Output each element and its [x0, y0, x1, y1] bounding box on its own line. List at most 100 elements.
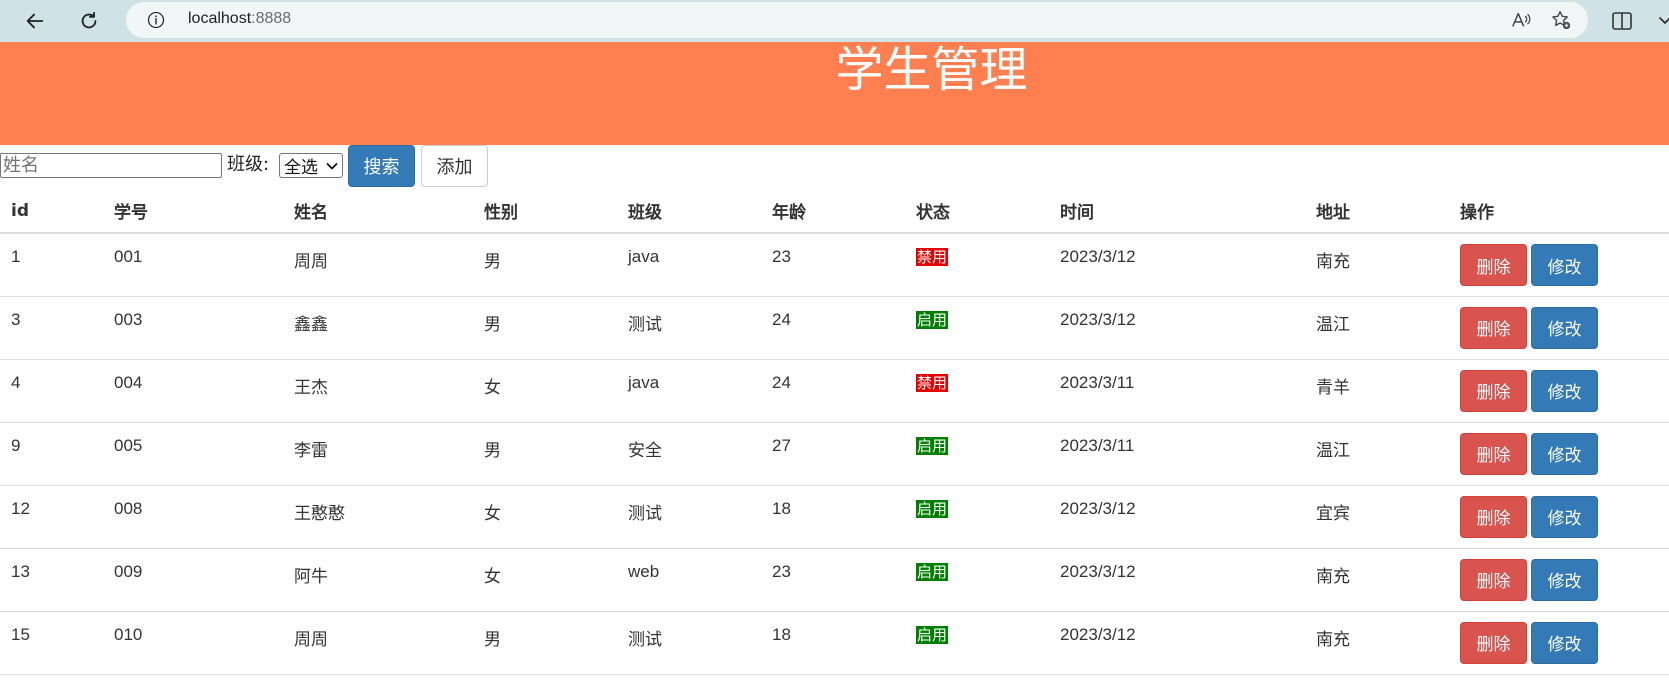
column-header[interactable]: 姓名: [283, 189, 473, 234]
cell-name: 王憨憨: [283, 485, 473, 549]
cell-id: 9: [0, 422, 103, 486]
url-text: localhost:8888: [188, 10, 292, 27]
cell-time: 2023/3/11: [1049, 359, 1305, 423]
search-button[interactable]: 搜索: [348, 145, 415, 187]
cell-time: 2023/3/11: [1049, 422, 1305, 486]
cell-class: 测试: [617, 611, 761, 675]
delete-button[interactable]: 删除: [1460, 432, 1527, 475]
chevron-down-icon: [326, 162, 338, 170]
edit-button[interactable]: 修改: [1531, 621, 1598, 664]
table-row: 4 004 王杰女 java 24 禁用 2023/3/11 青羊 删除 修改: [0, 359, 1669, 423]
cell-actions: 删除 修改: [1449, 548, 1669, 612]
cell-no: 005: [103, 422, 283, 486]
status-badge: 启用: [916, 436, 949, 455]
column-header[interactable]: 时间: [1049, 189, 1305, 234]
cell-age: 27: [761, 422, 905, 486]
address-bar[interactable]: localhost:8888: [126, 2, 1588, 38]
edit-button[interactable]: 修改: [1531, 432, 1598, 475]
cell-actions: 删除 修改: [1449, 485, 1669, 549]
page-header: 学生管理: [0, 42, 1669, 145]
table-row: 3 003 鑫鑫男测试 24 启用 2023/3/12 温江 删除 修改: [0, 296, 1669, 360]
cell-time: 2023/3/12: [1049, 296, 1305, 360]
cell-name: 周周: [283, 233, 473, 297]
cell-actions: 删除 修改: [1449, 422, 1669, 486]
column-header[interactable]: 班级: [617, 189, 761, 234]
status-badge: 启用: [916, 562, 949, 581]
column-header[interactable]: 操作: [1449, 189, 1669, 234]
cell-class: java: [617, 233, 761, 297]
column-header[interactable]: 学号: [103, 189, 283, 234]
edit-button[interactable]: 修改: [1531, 558, 1598, 601]
cell-no: 003: [103, 296, 283, 360]
column-header[interactable]: id: [0, 189, 103, 234]
page-title: 学生管理: [835, 42, 1028, 98]
chevron-down-icon[interactable]: [1656, 9, 1669, 33]
cell-age: 18: [761, 485, 905, 549]
refresh-icon: [81, 11, 97, 29]
cell-age: 18: [761, 611, 905, 675]
student-table: id 学号 姓名 性别 班级 年龄 状态 时间 地址 操作 1 001 周周男 jav…: [0, 189, 1669, 675]
column-header[interactable]: 年龄: [761, 189, 905, 234]
table-row: 9 005 李雷男安全 27 启用 2023/3/11 温江 删除 修改: [0, 422, 1669, 486]
cell-addr: 温江: [1305, 422, 1449, 486]
cell-id: 15: [0, 611, 103, 675]
cell-gender: 女: [473, 359, 617, 423]
cell-addr: 南充: [1305, 548, 1449, 612]
name-search-input[interactable]: [0, 153, 222, 178]
info-icon[interactable]: [146, 10, 166, 30]
cell-name: 王杰: [283, 359, 473, 423]
cell-addr: 宜宾: [1305, 485, 1449, 549]
status-badge: 启用: [916, 499, 949, 518]
edit-button[interactable]: 修改: [1531, 244, 1598, 286]
delete-button[interactable]: 删除: [1460, 495, 1527, 538]
add-button[interactable]: 添加: [421, 145, 488, 187]
read-aloud-icon[interactable]: [1510, 9, 1532, 31]
edit-button[interactable]: 修改: [1531, 306, 1598, 349]
cell-class: 测试: [617, 485, 761, 549]
cell-actions: 删除 修改: [1449, 296, 1669, 360]
cell-status: 启用: [905, 548, 1049, 612]
split-screen-icon[interactable]: [1610, 9, 1634, 33]
edit-button[interactable]: 修改: [1531, 495, 1598, 538]
cell-no: 010: [103, 611, 283, 675]
delete-button[interactable]: 删除: [1460, 621, 1527, 664]
back-button[interactable]: [18, 4, 52, 38]
table-row: 15 010 周周男测试 18 启用 2023/3/12 南充 删除 修改: [0, 611, 1669, 675]
cell-gender: 男: [473, 611, 617, 675]
favorite-star-icon[interactable]: [1550, 9, 1572, 31]
cell-id: 4: [0, 359, 103, 423]
column-header[interactable]: 地址: [1305, 189, 1449, 234]
arrow-left-icon: [26, 13, 44, 29]
cell-status: 启用: [905, 296, 1049, 360]
cell-gender: 男: [473, 233, 617, 297]
cell-no: 009: [103, 548, 283, 612]
reload-button[interactable]: [72, 4, 106, 38]
table-body: 1 001 周周男 java 23 禁用 2023/3/12 南充 删除 修改 3 003 鑫鑫男测试 2…: [0, 233, 1669, 675]
delete-button[interactable]: 删除: [1460, 244, 1527, 286]
cell-time: 2023/3/12: [1049, 611, 1305, 675]
cell-gender: 女: [473, 548, 617, 612]
browser-toolbar: localhost:8888: [0, 0, 1669, 42]
column-header[interactable]: 状态: [905, 189, 1049, 234]
cell-class: 测试: [617, 296, 761, 360]
class-label: 班级:: [227, 154, 270, 175]
delete-button[interactable]: 删除: [1460, 558, 1527, 601]
cell-class: java: [617, 359, 761, 423]
cell-age: 23: [761, 233, 905, 297]
cell-no: 004: [103, 359, 283, 423]
cell-id: 13: [0, 548, 103, 612]
cell-name: 鑫鑫: [283, 296, 473, 360]
class-select[interactable]: 全选: [279, 153, 343, 178]
cell-age: 24: [761, 296, 905, 360]
cell-addr: 温江: [1305, 296, 1449, 360]
edit-button[interactable]: 修改: [1531, 369, 1598, 412]
cell-gender: 女: [473, 485, 617, 549]
delete-button[interactable]: 删除: [1460, 369, 1527, 412]
cell-time: 2023/3/12: [1049, 233, 1305, 297]
delete-button[interactable]: 删除: [1460, 306, 1527, 349]
class-select-value: 全选: [284, 158, 318, 178]
column-header[interactable]: 性别: [473, 189, 617, 234]
cell-id: 12: [0, 485, 103, 549]
cell-status: 禁用: [905, 233, 1049, 297]
table-row: 13 009 阿牛女 web 23 启用 2023/3/12 南充 删除 修改: [0, 548, 1669, 612]
